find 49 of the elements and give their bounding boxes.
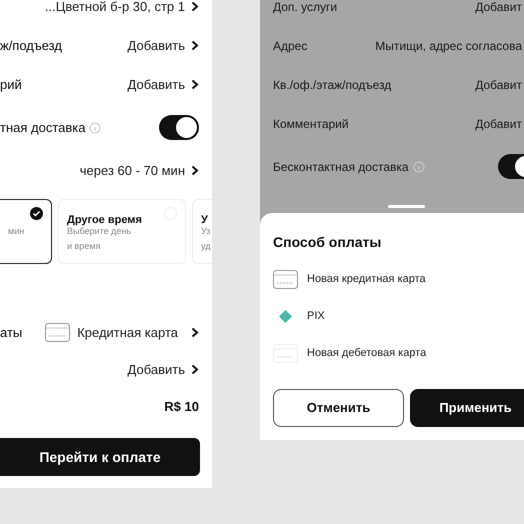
info-icon xyxy=(89,122,102,134)
chevron-right-icon xyxy=(191,364,199,375)
option-description: Выберите день и время xyxy=(67,226,132,253)
apply-button[interactable]: Применить xyxy=(410,389,524,427)
info-icon xyxy=(412,160,425,172)
total-price: R$ 10 xyxy=(164,398,199,416)
row-value[interactable]: Добавить xyxy=(128,360,185,380)
row-value[interactable]: Добавить xyxy=(128,74,185,94)
row-label: Адрес xyxy=(273,38,308,54)
chevron-right-icon xyxy=(191,40,199,51)
row-value[interactable]: через 60 - 70 мин xyxy=(80,160,185,180)
row-label: ж/подъезд xyxy=(0,36,62,55)
row-label: аты xyxy=(0,324,22,342)
sheet-title: Способ оплаты xyxy=(273,233,382,251)
drag-handle[interactable] xyxy=(388,205,425,208)
credit-card-icon xyxy=(273,344,298,363)
row-value: Мытищи, адрес согласова xyxy=(375,38,522,54)
row-value[interactable]: Кредитная карта xyxy=(77,322,178,342)
chevron-right-icon xyxy=(191,327,199,338)
row-label: Доп. услуги xyxy=(273,0,338,16)
payment-option[interactable]: Новая кредитная карта xyxy=(273,261,524,298)
credit-card-icon xyxy=(273,270,298,289)
row-label: Кв./оф./этаж/подъезд xyxy=(273,76,392,94)
credit-card-icon xyxy=(45,323,70,342)
row-label: Комментарий xyxy=(273,116,349,132)
row-value[interactable]: Добавить xyxy=(128,36,185,56)
option-description: мин xyxy=(8,225,26,238)
time-option-card[interactable]: мин xyxy=(0,199,52,264)
row-value[interactable]: Добавит xyxy=(475,76,522,94)
row-value[interactable]: Добавит xyxy=(475,114,522,132)
check-icon xyxy=(30,207,43,220)
chevron-right-icon xyxy=(191,1,199,12)
row-value[interactable]: ...Цветной б-р 30, стр 1 xyxy=(44,0,185,16)
chevron-right-icon xyxy=(191,79,199,90)
payment-option[interactable]: Новая дебетовая карта xyxy=(273,335,524,372)
row-label: Бесконтактная доставка xyxy=(273,158,409,176)
option-description: Уз уд xyxy=(201,225,212,253)
chevron-right-icon xyxy=(191,165,199,176)
option-title: У xyxy=(201,214,208,226)
cancel-button[interactable]: Отменить xyxy=(273,389,404,427)
time-option-card[interactable]: Другое время Выберите день и время xyxy=(58,199,186,264)
time-option-card[interactable]: У Уз уд xyxy=(192,199,212,264)
row-label: тная доставка xyxy=(0,118,86,137)
payment-option[interactable]: PIX xyxy=(273,298,524,335)
row-value[interactable]: Добавит xyxy=(475,0,522,16)
option-title: Другое время xyxy=(67,214,142,226)
toggle-switch[interactable] xyxy=(159,115,199,140)
row-label: рий xyxy=(0,76,22,94)
checkout-button[interactable]: Перейти к оплате xyxy=(0,438,200,476)
